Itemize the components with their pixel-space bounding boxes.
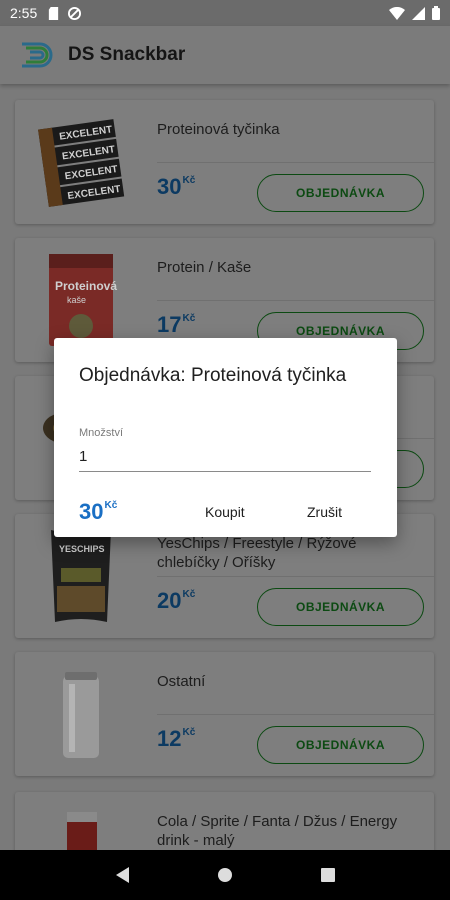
divider <box>157 576 434 577</box>
recents-button[interactable] <box>318 865 338 885</box>
app-bar: DS Snackbar <box>0 26 450 84</box>
navigation-bar <box>0 850 450 900</box>
app-title: DS Snackbar <box>68 44 186 65</box>
home-circle-icon <box>217 868 232 882</box>
product-name: YesChips / Freestyle / Rýžové chlebíčky … <box>157 535 357 571</box>
chips-bag-icon: YESCHIPS <box>51 530 111 622</box>
status-bar: 2:55 <box>0 0 450 26</box>
protein-bar-icon: EXCELENT EXCELENT EXCELENT EXCELENT <box>38 119 125 207</box>
product-price: 30Kč <box>157 174 196 199</box>
battery-icon <box>432 6 440 20</box>
order-button[interactable]: OBJEDNÁVKA <box>257 174 424 212</box>
divider <box>157 300 434 301</box>
product-card[interactable]: Cola / Sprite / Fanta / Džus / Energy dr… <box>15 792 434 850</box>
order-button[interactable]: OBJEDNÁVKA <box>257 726 424 764</box>
product-card[interactable]: EXCELENT EXCELENT EXCELENT EXCELENT Prot… <box>15 100 434 224</box>
recents-square-icon <box>321 868 336 882</box>
product-name: Ostatní <box>157 673 206 690</box>
sd-card-icon <box>49 6 59 20</box>
quantity-label: Množství <box>79 427 124 439</box>
svg-text:YESCHIPS: YESCHIPS <box>59 544 105 554</box>
svg-text:kaše: kaše <box>67 295 86 305</box>
home-button[interactable] <box>215 865 235 885</box>
divider <box>157 714 434 715</box>
protein-porridge-icon: Proteinová kaše <box>49 254 117 346</box>
product-name: Protein / Kaše <box>157 259 252 276</box>
product-price: 12Kč <box>157 726 196 751</box>
dialog-title: Objednávka: Proteinová tyčinka <box>79 365 347 386</box>
sync-blocked-icon <box>68 6 82 20</box>
product-card[interactable]: Ostatní 12Kč OBJEDNÁVKA <box>15 652 434 776</box>
svg-text:Proteinová: Proteinová <box>55 279 117 293</box>
back-button[interactable] <box>112 865 132 885</box>
order-button[interactable]: OBJEDNÁVKA <box>257 588 424 626</box>
product-price: 20Kč <box>157 588 196 613</box>
product-name: Cola / Sprite / Fanta / Džus / Energy dr… <box>157 813 398 849</box>
can-icon <box>63 672 99 758</box>
product-price: 17Kč <box>157 312 196 337</box>
soda-can-icon <box>67 812 97 850</box>
buy-button[interactable]: Koupit <box>205 504 245 520</box>
cancel-button[interactable]: Zrušit <box>307 504 342 520</box>
cellular-signal-icon <box>412 6 425 20</box>
wifi-icon <box>389 6 405 20</box>
ds-logo-icon <box>22 42 53 68</box>
dialog-price: 30Kč <box>79 499 118 524</box>
back-triangle-icon <box>115 867 129 883</box>
divider <box>157 162 434 163</box>
product-name: Proteinová tyčinka <box>157 121 280 138</box>
status-time: 2:55 <box>10 5 38 21</box>
order-dialog: Objednávka: Proteinová tyčinka Množství … <box>54 338 397 537</box>
quantity-field[interactable] <box>79 442 371 472</box>
